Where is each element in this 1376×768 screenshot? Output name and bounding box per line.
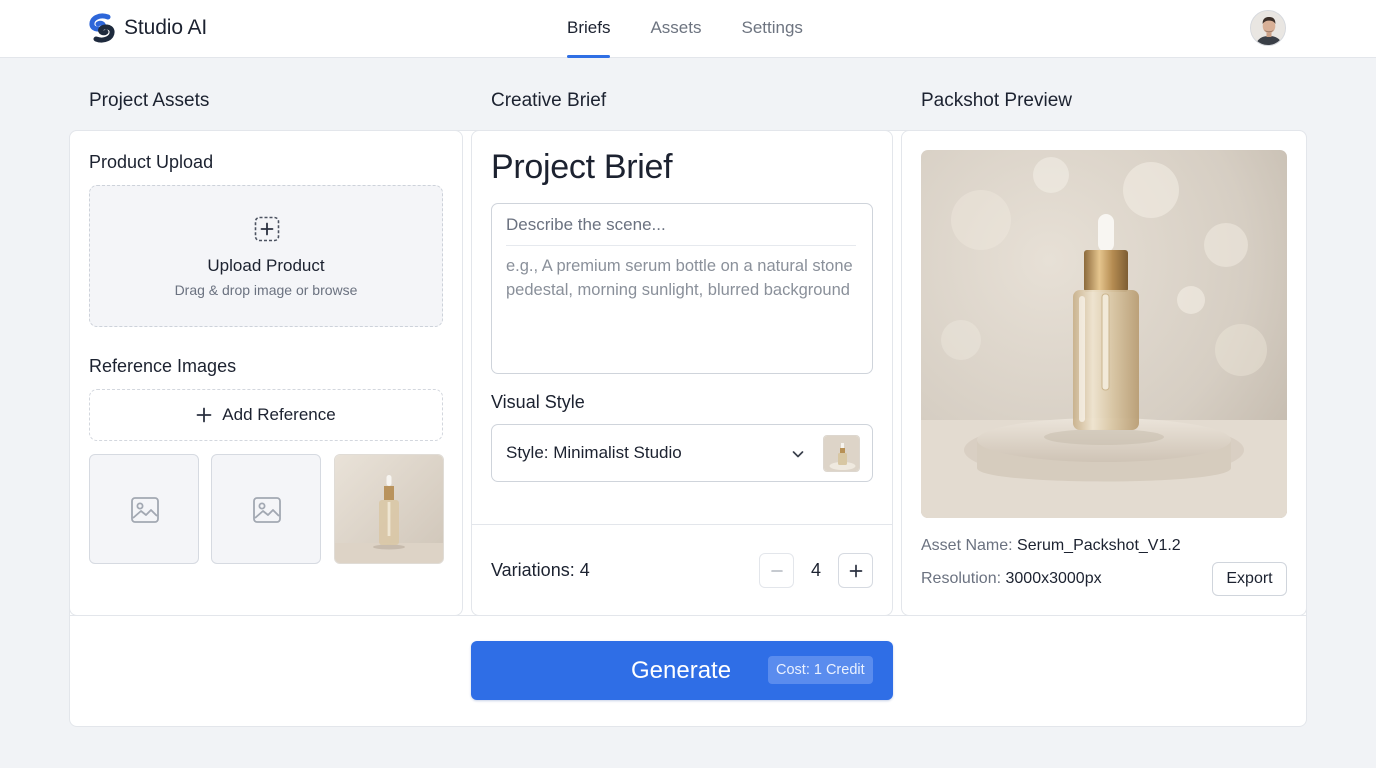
top-bar: Studio AI Briefs Assets Settings [0,0,1376,58]
scene-input[interactable]: Describe the scene... [506,204,856,246]
serum-bottle-photo [335,455,443,563]
resolution-value: 3000x3000px [1005,570,1102,587]
upload-product-title: Upload Product [207,256,325,275]
add-image-icon [254,216,280,242]
main-nav: Briefs Assets Settings [567,0,803,58]
export-button[interactable]: Export [1212,562,1287,596]
reference-thumbnail[interactable] [211,454,321,564]
serum-packshot-render [921,150,1287,518]
user-avatar-icon [1251,11,1285,45]
visual-style-select[interactable]: Style: Minimalist Studio [491,424,873,482]
resolution-line: Resolution: 3000x3000px [921,570,1102,588]
asset-name-label: Asset Name: [921,537,1013,554]
brief-divider [471,524,893,525]
studio-logo-icon [89,13,115,43]
image-placeholder-icon [253,497,281,523]
tab-assets[interactable]: Assets [650,0,701,58]
image-placeholder-icon [131,497,159,523]
generate-button[interactable]: Generate Cost: 1 Credit [471,641,893,700]
resolution-label: Resolution: [921,570,1002,587]
board-divider [69,615,1307,616]
brand[interactable]: Studio AI [89,13,207,43]
upload-product-subtitle: Drag & drop image or browse [174,282,358,298]
plus-icon [196,407,212,423]
variations-decrement-button[interactable] [759,553,794,588]
packshot-preview-heading: Packshot Preview [921,90,1073,111]
project-brief-title: Project Brief [491,148,673,186]
visual-style-heading: Visual Style [491,392,585,412]
creative-brief-heading: Creative Brief [491,90,607,111]
minus-icon [771,570,783,572]
variations-increment-button[interactable] [838,553,873,588]
asset-name-line: Asset Name: Serum_Packshot_V1.2 [921,537,1181,555]
reference-images-heading: Reference Images [89,356,237,376]
product-upload-dropzone[interactable]: Upload Product Drag & drop image or brow… [89,185,443,327]
style-preview-thumbnail [823,435,860,472]
brief-editor: Describe the scene... e.g., A premium se… [491,203,873,374]
add-reference-button[interactable]: Add Reference [89,389,443,441]
variations-label: Variations: 4 [491,560,590,580]
reference-thumbnail-serum-photo[interactable] [334,454,444,564]
tab-settings[interactable]: Settings [742,0,803,58]
tab-briefs[interactable]: Briefs [567,0,611,58]
visual-style-value: Style: Minimalist Studio [506,443,682,462]
packshot-preview-image[interactable] [921,150,1287,518]
product-upload-heading: Product Upload [89,152,214,172]
chevron-down-icon [792,451,804,458]
reference-thumbnail[interactable] [89,454,199,564]
user-avatar[interactable] [1250,10,1286,46]
add-reference-label: Add Reference [222,405,336,424]
project-assets-heading: Project Assets [89,90,210,111]
asset-name-value: Serum_Packshot_V1.2 [1017,537,1181,554]
app-name: Studio AI [124,16,208,39]
cost-badge: Cost: 1 Credit [768,656,873,684]
scene-description-textarea[interactable]: e.g., A premium serum bottle on a natura… [506,254,856,364]
variations-value: 4 [810,560,821,580]
generate-label: Generate [631,657,732,684]
plus-icon [849,564,863,578]
